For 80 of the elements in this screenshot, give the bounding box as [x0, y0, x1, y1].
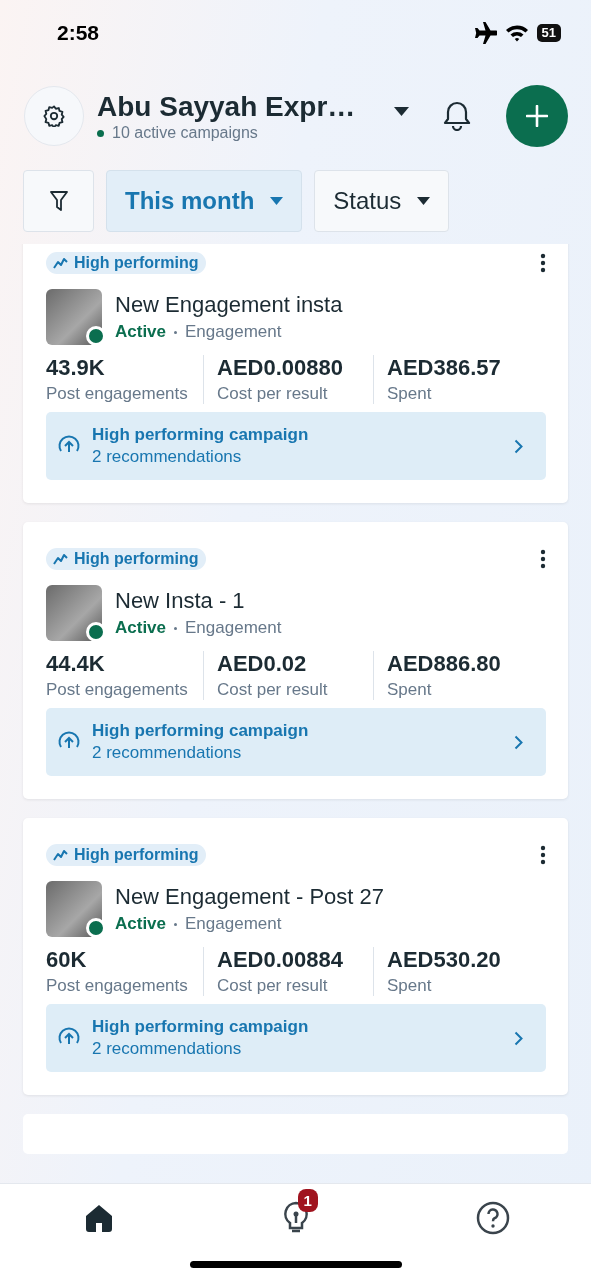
badge-label: High performing [74, 254, 199, 272]
nav-tab[interactable]: 1 [263, 1188, 328, 1238]
campaign-name: New Engagement insta [115, 292, 343, 318]
recommendation-banner[interactable]: High performing campaign 2 recommendations [46, 1004, 546, 1072]
status-dot [86, 918, 106, 938]
campaign-card[interactable]: High performing New Insta - 1 Active Engagement 44.4K Post engagements AED0.02 Cost per result AED886.80 Spent High performing campaign 2 recommendations [23, 522, 568, 799]
recommendation-title: High performing campaign [92, 721, 310, 741]
status-dot [97, 129, 104, 137]
more-icon[interactable] [540, 845, 546, 865]
chevron-right-icon [514, 438, 523, 454]
metric-value: AED0.00884 [217, 947, 344, 973]
recommendation-title: High performing campaign [92, 425, 310, 445]
filter-chip[interactable]: Status [314, 170, 450, 232]
campaign-name: New Engagement - Post 27 [115, 884, 385, 910]
status-dot [86, 326, 106, 346]
chevron-right-icon [514, 734, 523, 750]
status-time: 2:58 [57, 21, 100, 45]
recommendation-banner[interactable]: High performing campaign 2 recommendations [46, 412, 546, 480]
badge-label: High performing [74, 846, 199, 864]
airplane-icon [472, 22, 497, 44]
campaign-objective: Engagement [185, 618, 282, 638]
trend-icon [53, 849, 68, 861]
recommendation-count: 2 recommendations [92, 447, 243, 467]
metric-label: Spent [387, 680, 433, 700]
metric-value: AED530.20 [387, 947, 502, 973]
metric-label: Post engagements [46, 976, 189, 996]
metric-label: Spent [387, 976, 433, 996]
campaign-objective: Engagement [185, 914, 282, 934]
plus-icon [526, 105, 548, 127]
metric-label: Post engagements [46, 680, 189, 700]
campaign-status: Active [115, 914, 167, 934]
status-dot [86, 622, 106, 642]
more-icon[interactable] [540, 549, 546, 569]
campaign-card[interactable]: High performing New Engagement insta Active Engagement 43.9K Post engagements AED0.00880 Cost per result AED386.57 Spent High performing campaign 2 recommendations [23, 244, 568, 503]
metric-label: Cost per result [217, 680, 329, 700]
recommendation-count: 2 recommendations [92, 743, 243, 763]
metric-label: Cost per result [217, 976, 329, 996]
help-icon [475, 1201, 510, 1235]
metric-value: AED886.80 [387, 651, 502, 677]
metric-value: 44.4K [46, 651, 106, 677]
chevron-right-icon [514, 1030, 523, 1046]
caret-icon [417, 197, 431, 205]
campaign-count: 10 active campaigns [112, 124, 258, 142]
notification-icon[interactable] [443, 101, 471, 131]
metric-value: 60K [46, 947, 88, 973]
photo-placeholder [46, 289, 102, 345]
trend-icon [53, 257, 68, 269]
metric-label: Cost per result [217, 384, 329, 404]
battery-level: 51 [536, 24, 561, 42]
campaign-status: Active [115, 322, 167, 342]
more-icon[interactable] [540, 253, 546, 273]
recommendation-banner[interactable]: High performing campaign 2 recommendations [46, 708, 546, 776]
caret-icon[interactable] [394, 106, 409, 116]
photo-placeholder [46, 585, 102, 641]
campaign-objective: Engagement [185, 322, 282, 342]
metric-label: Spent [387, 384, 433, 404]
filter-chip[interactable]: This month [106, 170, 303, 232]
metric-value: AED386.57 [387, 355, 502, 381]
recommendation-title: High performing campaign [92, 1017, 310, 1037]
separator-dot [174, 922, 178, 926]
campaign-name: New Insta - 1 [115, 588, 246, 614]
filter-button[interactable] [23, 170, 94, 232]
metric-value: AED0.00880 [217, 355, 344, 381]
campaign-card[interactable]: High performing New Engagement - Post 27 Active Engagement 60K Post engagements AED0.00884 Cost per result AED530.20 Spent High performing campaign 2 recommendations [23, 818, 568, 1095]
photo-placeholder [46, 881, 102, 937]
separator-dot [174, 626, 178, 630]
recommendation-count: 2 recommendations [92, 1039, 243, 1059]
trend-icon [53, 553, 68, 565]
caret-icon [270, 197, 284, 205]
filter-icon [49, 191, 68, 211]
notification-badge: 1 [297, 1189, 318, 1212]
badge-label: High performing [74, 550, 199, 568]
settings-icon [43, 105, 65, 127]
metric-value: 43.9K [46, 355, 106, 381]
separator-dot [174, 330, 178, 334]
metric-label: Post engagements [46, 384, 189, 404]
metric-value: AED0.02 [217, 651, 308, 677]
account-name[interactable]: Abu Sayyah Expr… [97, 90, 377, 124]
campaign-status: Active [115, 618, 167, 638]
wifi-icon [504, 24, 529, 42]
